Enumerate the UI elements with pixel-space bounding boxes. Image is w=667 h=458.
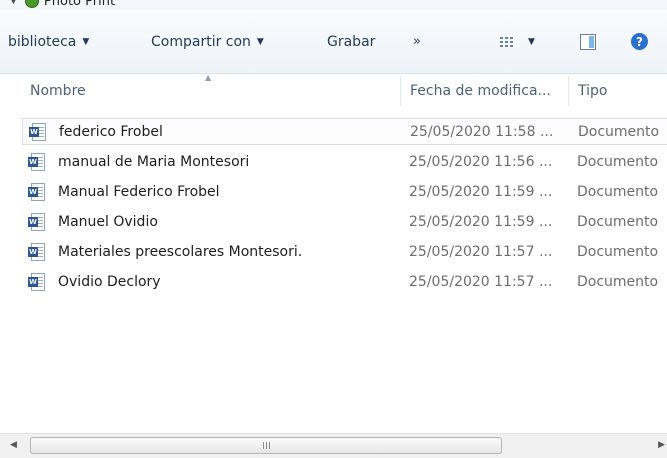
file-date: 25/05/2020 11:58 ... — [410, 123, 554, 140]
chevron-down-icon: ▼ — [528, 36, 535, 47]
burn-button[interactable]: Grabar — [327, 10, 375, 73]
file-type: Documento — [577, 183, 659, 200]
file-name: manual de Maria Montesori — [58, 153, 250, 170]
file-name: Materiales preescolares Montesori. — [58, 243, 303, 260]
title-bar: ▼ Photo Print — [0, 0, 667, 10]
command-bar: biblioteca ▼ Compartir con ▼ Grabar » ▼ … — [0, 10, 667, 74]
library-button[interactable]: biblioteca ▼ — [8, 10, 89, 73]
file-name: Manual Federico Frobel — [58, 183, 220, 200]
burn-label: Grabar — [327, 33, 376, 50]
file-row[interactable]: W manual de Maria Montesori 25/05/2020 1… — [22, 148, 667, 175]
chevron-down-icon: ▼ — [256, 36, 264, 47]
column-divider[interactable] — [568, 76, 569, 106]
file-type: Documento — [577, 273, 659, 290]
file-date: 25/05/2020 11:57 ... — [409, 243, 553, 260]
file-type: Documento — [577, 213, 659, 230]
file-type: Documento — [577, 153, 659, 170]
column-headers: Nombre ▲ Fecha de modifica... Tipo — [0, 73, 667, 108]
scrollbar-thumb[interactable] — [30, 437, 502, 454]
file-name: federico Frobel — [59, 123, 163, 140]
word-document-icon: W — [28, 242, 46, 261]
change-view-icon — [500, 36, 514, 47]
column-header-date[interactable]: Fecha de modifica... — [410, 74, 566, 108]
more-commands-button[interactable]: » — [413, 10, 421, 73]
file-row[interactable]: W Manuel Ovidio 25/05/2020 11:59 ... Doc… — [22, 208, 667, 235]
column-header-type-label: Tipo — [578, 83, 608, 99]
chevron-down-icon: ▼ — [10, 0, 17, 6]
column-divider[interactable] — [400, 76, 401, 106]
file-type: Documento — [577, 243, 659, 260]
column-header-name-label: Nombre — [30, 83, 86, 99]
chevron-down-icon: ▼ — [82, 36, 90, 47]
file-row[interactable]: W Manual Federico Frobel 25/05/2020 11:5… — [22, 178, 667, 205]
help-icon: ? — [631, 33, 648, 50]
word-document-icon: W — [28, 182, 46, 201]
app-icon — [24, 0, 39, 8]
preview-pane-icon — [580, 33, 596, 50]
scroll-right-icon[interactable]: ▶ — [658, 440, 665, 450]
horizontal-scrollbar[interactable]: ◀ ▶ — [0, 433, 667, 458]
share-with-button[interactable]: Compartir con ▼ — [151, 10, 264, 73]
file-name: Manuel Ovidio — [58, 213, 158, 230]
column-header-type[interactable]: Tipo — [578, 74, 667, 108]
share-with-label: Compartir con — [151, 33, 251, 50]
word-document-icon: W — [29, 122, 47, 141]
file-date: 25/05/2020 11:56 ... — [409, 153, 553, 170]
library-label: biblioteca — [8, 33, 77, 50]
column-header-date-label: Fecha de modifica... — [410, 83, 551, 99]
file-row[interactable]: W Materiales preescolares Montesori. 25/… — [22, 238, 667, 265]
file-date: 25/05/2020 11:59 ... — [409, 213, 553, 230]
scroll-left-icon[interactable]: ◀ — [10, 440, 17, 450]
sort-ascending-icon: ▲ — [205, 73, 212, 82]
more-commands-label: » — [413, 34, 421, 49]
word-document-icon: W — [28, 152, 46, 171]
word-document-icon: W — [28, 272, 46, 291]
window-title: Photo Print — [43, 0, 116, 9]
grip-icon — [263, 442, 270, 449]
file-date: 25/05/2020 11:59 ... — [409, 183, 553, 200]
help-button[interactable]: ? — [631, 10, 648, 73]
change-view-button[interactable]: ▼ — [500, 10, 535, 73]
file-name: Ovidio Declory — [58, 273, 161, 290]
file-type: Documento — [578, 123, 660, 140]
file-row[interactable]: W federico Frobel 25/05/2020 11:58 ... D… — [22, 118, 667, 145]
file-date: 25/05/2020 11:57 ... — [409, 273, 553, 290]
word-document-icon: W — [28, 212, 46, 231]
file-row[interactable]: W Ovidio Declory 25/05/2020 11:57 ... Do… — [22, 268, 667, 295]
preview-pane-button[interactable] — [580, 10, 596, 73]
